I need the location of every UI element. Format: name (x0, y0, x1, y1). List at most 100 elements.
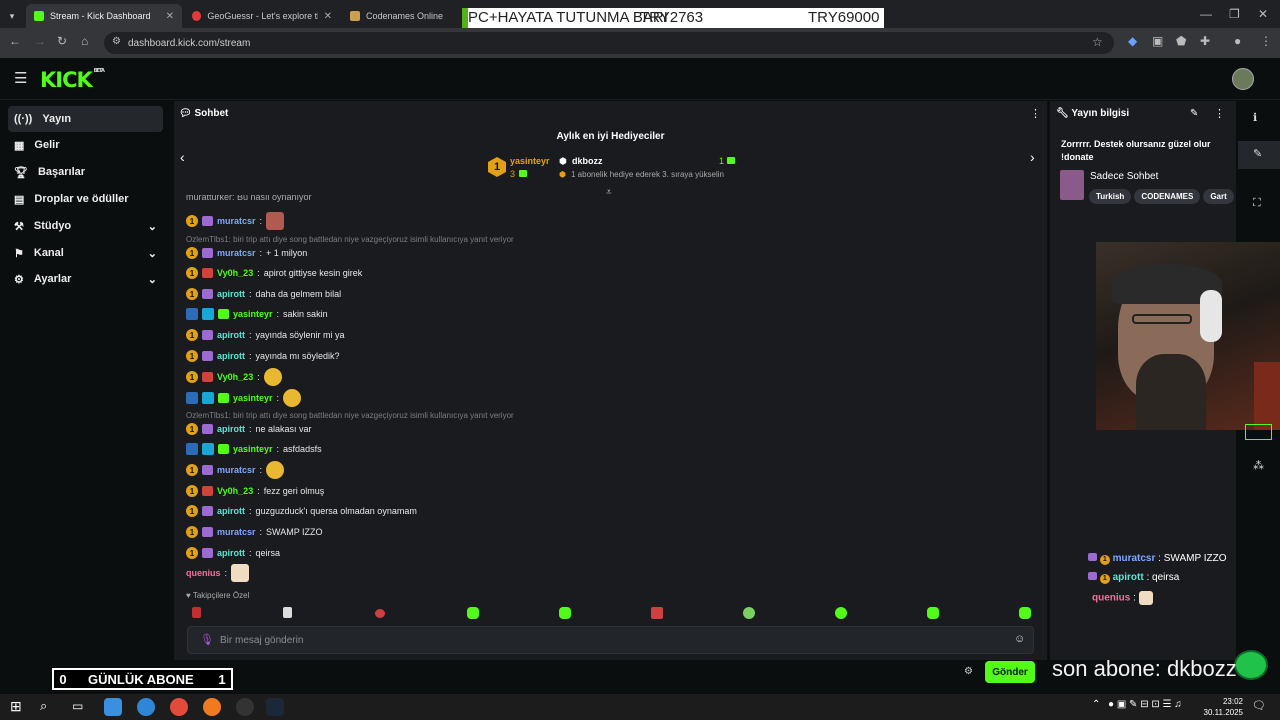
firefox-icon[interactable] (203, 698, 221, 716)
tag[interactable]: Gart (1203, 189, 1234, 204)
forward-icon[interactable]: → (34, 34, 46, 48)
emoji-icon[interactable]: ☺ (1014, 633, 1025, 645)
chat-message[interactable]: yasinteyr: sakin sakin (186, 306, 328, 322)
chat-message[interactable]: yasinteyr: asfdadsfs (186, 441, 322, 457)
stream-info-menu-icon[interactable]: ⋮ (1214, 107, 1225, 120)
sidebar-item-kanal[interactable]: ⚑ Kanal ⌄ (8, 240, 163, 266)
chat-message[interactable]: 1 muratcsr: + 1 milyon (186, 245, 307, 261)
emote-icon[interactable] (927, 607, 939, 619)
emote-icon[interactable] (192, 607, 201, 618)
emote-icon[interactable] (559, 607, 571, 619)
steam-icon[interactable] (266, 698, 284, 716)
gifter1-name[interactable]: yasinteyr (510, 156, 550, 166)
tab-list-button[interactable]: ▾ (4, 4, 20, 28)
chat-message[interactable]: 1 apirott: yayında söylenir mi ya (186, 327, 345, 343)
bookmark-star-icon[interactable]: ☆ (1092, 35, 1103, 49)
chat-message[interactable]: 1 apirott: ne alakası var (186, 421, 312, 437)
hamburger-menu-icon[interactable]: ☰ (14, 69, 27, 87)
profile-avatar-icon[interactable]: ● (1234, 34, 1241, 48)
reply-context: OzlemTlbs1: biri trip attı diye song bat… (186, 411, 514, 420)
extension-icon[interactable]: ▣ (1152, 34, 1163, 48)
chat-message[interactable]: quenius: (186, 564, 250, 582)
sidebar-item-ayarlar[interactable]: ⚙ Ayarlar ⌄ (8, 266, 163, 292)
tag[interactable]: CODENAMES (1134, 189, 1201, 204)
tray-chevron-icon[interactable]: ⌃ (1092, 699, 1100, 710)
windows-start-icon[interactable]: ⊞ (10, 698, 22, 715)
chrome-icon[interactable] (170, 698, 188, 716)
tray-icons[interactable]: ● ▣ ✎ ⊟ ⊡ ☰ ♫ (1108, 699, 1182, 710)
kick-logo[interactable]: KICK BETA (40, 68, 105, 92)
site-info-icon[interactable]: ⚙ (112, 36, 121, 47)
sidebar-item-basarilar[interactable]: 🏆︎ Başarılar (8, 159, 163, 185)
collapse-icon[interactable]: ⩡ (606, 187, 612, 198)
close-window-icon[interactable]: ✕ (1258, 7, 1268, 21)
chat-message[interactable]: 1 muratcsr: (186, 461, 285, 479)
chat-message[interactable]: 1 Vy0h_23: fezz geri olmuş (186, 483, 324, 499)
emote-icon[interactable] (283, 607, 292, 618)
edit-icon[interactable]: ✎ (1190, 108, 1198, 119)
connections-icon[interactable]: ⁂ (1253, 459, 1264, 472)
edge-icon[interactable] (137, 698, 155, 716)
minimize-icon[interactable]: — (1200, 7, 1212, 21)
chat-input[interactable]: 🎙︎ Bir mesaj gönderin ☺ (187, 626, 1034, 654)
chat-message[interactable]: 1 muratcsr: (186, 212, 285, 230)
clock[interactable]: 23:02 30.11.2025 (1203, 696, 1243, 718)
tab-kick-dashboard[interactable]: Stream - Kick Dashboard ✕ (26, 4, 182, 28)
chat-message[interactable]: 1 apirott: qeirsa (186, 545, 280, 561)
user-avatar[interactable] (1232, 68, 1254, 90)
edit-icon[interactable]: ✎ (1253, 147, 1262, 160)
close-icon[interactable]: ✕ (324, 11, 332, 22)
notification-icon[interactable]: 🗨︎ (1252, 699, 1266, 712)
chat-message[interactable]: yasinteyr: (186, 389, 302, 407)
back-icon[interactable]: ← (9, 34, 21, 48)
chat-message[interactable]: 1 Vy0h_23: apirot gittiyse kesin girek (186, 265, 362, 281)
chevron-left-icon[interactable]: ‹ (180, 149, 185, 165)
copilot-icon[interactable] (104, 698, 122, 716)
maximize-icon[interactable]: ❐ (1229, 7, 1240, 21)
microphone-icon[interactable]: 🎙︎ (200, 633, 214, 646)
emote-icon[interactable] (651, 607, 663, 619)
info-icon[interactable]: ℹ (1253, 111, 1257, 124)
obs-icon[interactable] (236, 698, 254, 716)
extension-icon[interactable]: ◆ (1128, 34, 1137, 48)
emote-icon[interactable] (835, 607, 847, 619)
browser-toolbar: ← → ↻ ⌂ ⚙ dashboard.kick.com/stream ☆ ◆ … (0, 28, 1280, 58)
emote-icon[interactable] (1019, 607, 1031, 619)
sidebar-item-gelir[interactable]: ▦ Gelir (8, 132, 163, 158)
expand-icon[interactable]: ⛶ (1253, 197, 1261, 210)
chat-menu-icon[interactable]: ⋮ (1030, 107, 1041, 120)
task-view-icon[interactable]: ▭ (72, 699, 83, 713)
search-icon[interactable]: ⌕ (40, 698, 47, 714)
sidebar-item-studyo[interactable]: ⚒ Stüdyo ⌄ (8, 213, 163, 239)
gifter2-name[interactable]: dkbozz (572, 156, 603, 166)
chat-message[interactable]: 1 apirott: yayında mı söyledik? (186, 348, 340, 364)
emote-icon[interactable] (467, 607, 479, 619)
address-bar[interactable]: ⚙ dashboard.kick.com/stream ☆ (104, 32, 1114, 54)
chat-message[interactable]: 1 muratcsr: SWAMP IZZO (186, 524, 323, 540)
wrench-icon: 🔧︎ (1056, 108, 1069, 119)
reload-icon[interactable]: ↻ (57, 34, 67, 48)
browser-menu-icon[interactable]: ⋮ (1260, 34, 1272, 48)
sidebar-item-droplar[interactable]: ▤ Droplar ve ödüller (8, 186, 163, 212)
goal-current: TRY2763 (640, 9, 704, 26)
category-name[interactable]: Sadece Sohbet (1090, 171, 1158, 182)
shield-icon[interactable]: ⬟ (1176, 34, 1186, 48)
tab-geoguessr[interactable]: GeoGuessr - Let's explore the w ✕ (184, 4, 340, 28)
chat-settings-icon[interactable]: ⚙ (964, 666, 973, 677)
overlay-message: 1 muratcsr : SWAMP IZZO (1088, 553, 1227, 565)
emote-icon[interactable] (375, 609, 385, 618)
chat-message[interactable]: 1 Vy0h_23: (186, 368, 282, 386)
tab-codenames[interactable]: Codenames Online (342, 4, 457, 28)
close-icon[interactable]: ✕ (166, 11, 174, 22)
sidebar-item-yayin[interactable]: ((·)) Yayın (8, 106, 163, 132)
category-thumbnail[interactable] (1060, 170, 1084, 200)
chat-message[interactable]: 1 apirott: daha da gelmem bilal (186, 286, 341, 302)
chevron-right-icon[interactable]: › (1030, 149, 1035, 165)
gifter2-count: 1 (719, 156, 725, 166)
home-icon[interactable]: ⌂ (81, 34, 88, 48)
send-button[interactable]: Gönder (985, 661, 1035, 683)
extensions-puzzle-icon[interactable]: ✚ (1200, 34, 1210, 48)
emote-icon[interactable] (743, 607, 755, 619)
tag[interactable]: Turkish (1089, 189, 1132, 204)
chat-message[interactable]: 1 apirott: guzguzduck'ı quersa olmadan oy… (186, 503, 417, 519)
